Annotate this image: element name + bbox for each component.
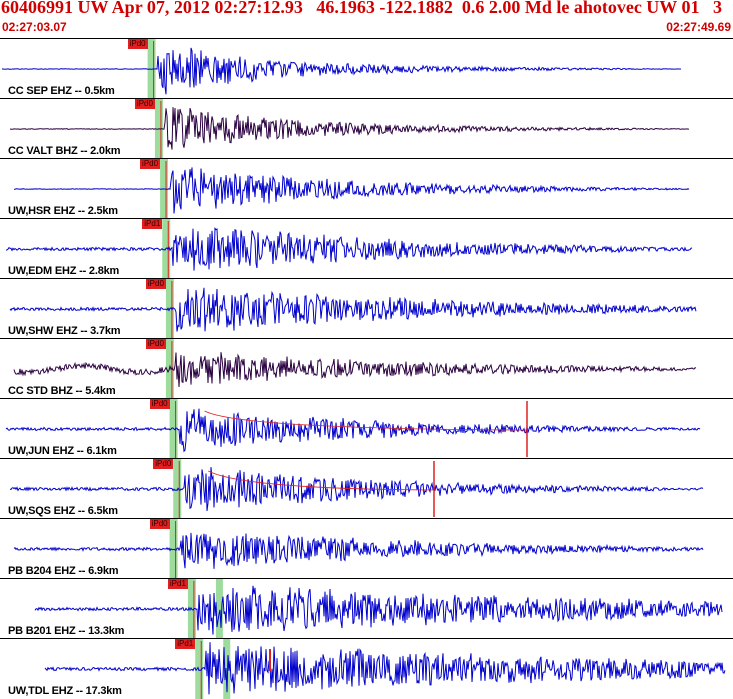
start-time: 02:27:03.07 [2, 20, 67, 34]
station-label: UW,JUN EHZ -- 6.1km [8, 445, 117, 457]
trace-panel: iPd1 UW,EDM EHZ -- 2.8km [0, 218, 733, 279]
pick-tag[interactable]: iPd0 [134, 99, 155, 109]
station-label: UW,SHW EHZ -- 3.7km [8, 325, 121, 337]
station-label: UW,SQS EHZ -- 6.5km [8, 505, 118, 517]
pick-tag[interactable]: iPd0 [145, 279, 166, 289]
seismogram-traces: iPd0 CC SEP EHZ -- 0.5km iPd0 CC VALT BHZ -… [0, 38, 733, 699]
trace-panel: iPd0 UW,HSR EHZ -- 2.5km [0, 158, 733, 219]
trace-panel: iPd0 UW,JUN EHZ -- 6.1km [0, 398, 733, 459]
pick-tag[interactable]: iPd1 [167, 579, 188, 589]
trace-panel: iPd0 CC SEP EHZ -- 0.5km [0, 38, 733, 99]
pick-tag[interactable]: iPd1 [142, 219, 163, 229]
trace-panel: iPd1 PB B201 EHZ -- 13.3km [0, 578, 733, 639]
station-label: UW,TDL EHZ -- 17.3km [8, 685, 122, 697]
waveform-line [34, 585, 723, 635]
station-label: PB B201 EHZ -- 13.3km [8, 625, 125, 637]
pick-tag[interactable]: iPd0 [153, 459, 174, 469]
waveform-line [44, 642, 726, 695]
header: 60406991 UW Apr 07, 2012 02:27:12.93 46.… [0, 0, 733, 38]
station-label: UW,HSR EHZ -- 2.5km [8, 205, 118, 217]
station-label: CC SEP EHZ -- 0.5km [8, 85, 115, 97]
end-time: 02:27:49.69 [666, 20, 731, 34]
station-label: UW,EDM EHZ -- 2.8km [8, 265, 120, 277]
station-label: CC VALT BHZ -- 2.0km [8, 145, 121, 157]
pick-tag[interactable]: iPd0 [149, 399, 170, 409]
trace-panel: iPd1 UW,TDL EHZ -- 17.3km [0, 638, 733, 699]
event-title: 60406991 UW Apr 07, 2012 02:27:12.93 46.… [1, 0, 722, 17]
station-label: PB B204 EHZ -- 6.9km [8, 565, 119, 577]
trace-panel: iPd0 UW,SQS EHZ -- 6.5km [0, 458, 733, 519]
trace-panel: iPd0 UW,SHW EHZ -- 3.7km [0, 278, 733, 339]
waveform-line [13, 532, 704, 569]
waveform-line [13, 352, 697, 388]
station-label: CC STD BHZ -- 5.4km [8, 385, 116, 397]
pick-tag[interactable]: iPd0 [140, 159, 161, 169]
trace-panel: iPd0 PB B204 EHZ -- 6.9km [0, 518, 733, 579]
pick-tag[interactable]: iPd0 [149, 519, 170, 529]
trace-panel: iPd0 CC VALT BHZ -- 2.0km [0, 98, 733, 159]
pick-tag[interactable]: iPd1 [175, 639, 196, 649]
trace-panel: iPd0 CC STD BHZ -- 5.4km [0, 338, 733, 399]
waveform-line [10, 107, 689, 150]
pick-tag[interactable]: iPd0 [145, 339, 166, 349]
pick-tag[interactable]: iPd0 [127, 39, 148, 49]
